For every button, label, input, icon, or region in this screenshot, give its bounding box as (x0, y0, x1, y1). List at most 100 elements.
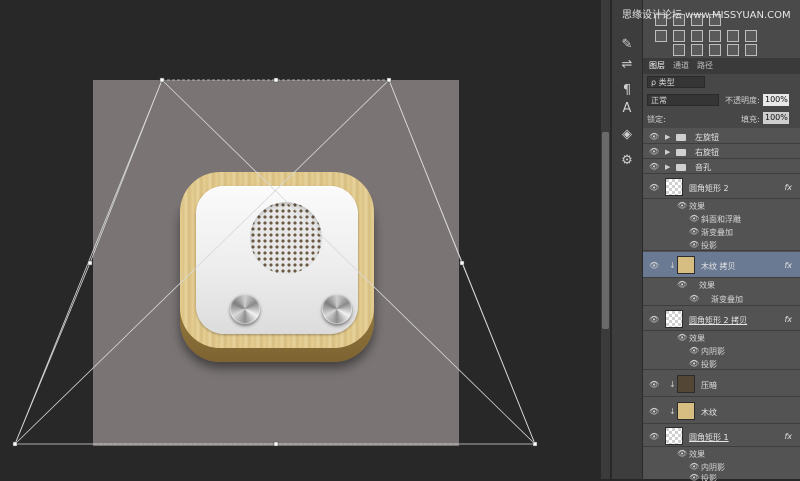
expand-arrow-icon[interactable]: ▶ (665, 163, 670, 171)
effect-row[interactable]: 👁 斜面和浮雕 (643, 213, 800, 225)
eye-icon[interactable]: 👁 (689, 227, 699, 236)
eye-icon[interactable]: 👁 (649, 183, 659, 192)
character-icon[interactable]: A (618, 100, 636, 118)
fill-label: 填充: (741, 115, 760, 124)
eye-icon[interactable]: 👁 (649, 147, 659, 156)
transform-handle[interactable] (532, 441, 538, 447)
eye-icon[interactable]: 👁 (677, 449, 687, 458)
layer-thumbnail (677, 256, 695, 274)
paragraph-icon[interactable]: ¶ (618, 82, 636, 100)
layer-row-rounded-rect-2[interactable]: 👁 圆角矩形 2 fx (643, 175, 800, 199)
effects-icon[interactable]: fx (784, 261, 792, 270)
sliders-icon[interactable]: ⇌ (618, 56, 636, 74)
layer-label: 木纹 拷贝 (701, 262, 736, 271)
transform-handle[interactable] (386, 77, 392, 83)
effect-row[interactable]: 👁 投影 (643, 473, 800, 481)
expand-arrow-icon[interactable]: ▶ (665, 148, 670, 156)
effect-row[interactable]: 👁 内阴影 (643, 345, 800, 357)
layers-controls: ρ 类型 正常 不透明度: 100% 锁定: 填充: 100% (643, 74, 800, 128)
eye-icon[interactable]: 👁 (689, 294, 699, 303)
eye-icon[interactable]: 👁 (677, 333, 687, 342)
3d-cube-icon[interactable]: ◈ (618, 126, 636, 144)
effect-label: 斜面和浮雕 (701, 215, 741, 224)
effect-label: 效果 (699, 281, 715, 290)
effect-label: 渐变叠加 (711, 295, 743, 304)
tab-paths[interactable]: 路径 (697, 60, 713, 71)
eye-icon[interactable]: 👁 (689, 346, 699, 355)
effect-label: 渐变叠加 (701, 228, 733, 237)
layer-row-right-knob-group[interactable]: 👁 ▶ 右旋钮 (643, 145, 800, 159)
posterize-adjust-icon[interactable] (691, 44, 703, 56)
layer-thumbnail (665, 310, 683, 328)
color-balance-icon[interactable] (691, 30, 703, 42)
effect-label: 内阴影 (701, 463, 725, 472)
transform-handle[interactable] (12, 441, 18, 447)
photo-filter-icon[interactable] (727, 30, 739, 42)
effects-icon[interactable]: fx (784, 315, 792, 324)
layer-label: 圆角矩形 1 (689, 433, 729, 442)
effect-row[interactable]: 👁 投影 (643, 239, 800, 251)
layer-label: 音孔 (695, 163, 711, 172)
effect-row[interactable]: 👁 效果 (643, 200, 800, 212)
eye-icon[interactable]: 👁 (649, 162, 659, 171)
eye-icon[interactable]: 👁 (689, 240, 699, 249)
effect-row[interactable]: 👁 渐变叠加 (643, 226, 800, 238)
layer-label: 圆角矩形 2 拷贝 (689, 316, 748, 325)
layer-row-left-knob-group[interactable]: 👁 ▶ 左旋钮 (643, 130, 800, 144)
canvas-area[interactable] (0, 0, 610, 479)
tab-channels[interactable]: 通道 (673, 60, 689, 71)
layer-thumbnail (665, 427, 683, 445)
eye-icon[interactable]: 👁 (677, 280, 687, 289)
layer-row-wood-copy[interactable]: 👁 ↓ 木纹 拷贝 fx (643, 252, 800, 278)
layer-row-speaker-group[interactable]: 👁 ▶ 音孔 (643, 160, 800, 174)
invert-adjust-icon[interactable] (673, 44, 685, 56)
expand-arrow-icon[interactable]: ▶ (665, 133, 670, 141)
eye-icon[interactable]: 👁 (677, 201, 687, 210)
selective-color-icon[interactable] (745, 44, 757, 56)
eye-icon[interactable]: 👁 (649, 261, 659, 270)
layer-row-wood[interactable]: 👁 ↓ 木纹 (643, 398, 800, 424)
layer-row-rounded-rect-2-copy[interactable]: 👁 圆角矩形 2 拷贝 fx (643, 307, 800, 331)
effect-row[interactable]: 👁 渐变叠加 (643, 292, 800, 306)
eye-icon[interactable]: 👁 (649, 432, 659, 441)
eye-icon[interactable]: 👁 (649, 380, 659, 389)
opacity-input[interactable]: 100% (763, 94, 789, 106)
layer-row-rounded-rect-1[interactable]: 👁 圆角矩形 1 fx (643, 425, 800, 447)
site-watermark: 思缘设计论坛 www.MISSYUAN.COM (622, 10, 791, 21)
effect-row[interactable]: 👁 内阴影 (643, 461, 800, 473)
channel-mixer-icon[interactable] (745, 30, 757, 42)
eye-icon[interactable]: 👁 (689, 214, 699, 223)
effect-row[interactable]: 👁 效果 (643, 448, 800, 460)
transform-handle[interactable] (459, 260, 465, 266)
blend-mode-select[interactable]: 正常 (647, 94, 719, 106)
vibrance-adjust-icon[interactable] (655, 30, 667, 42)
eye-icon[interactable]: 👁 (689, 473, 699, 481)
bw-adjust-icon[interactable] (709, 30, 721, 42)
tab-layers[interactable]: 图层 (649, 60, 665, 71)
effect-row[interactable]: 👁 投影 (643, 358, 800, 370)
layer-row-darken[interactable]: 👁 ↓ 压暗 (643, 371, 800, 397)
effect-row[interactable]: 👁 效果 (643, 332, 800, 344)
hue-adjust-icon[interactable] (673, 30, 685, 42)
effect-row[interactable]: 👁 效果 (643, 279, 800, 291)
canvas-scrollbar-thumb[interactable] (602, 132, 609, 329)
effects-icon[interactable]: fx (784, 432, 792, 441)
settings-icon[interactable]: ⚙ (618, 152, 636, 170)
threshold-adjust-icon[interactable] (709, 44, 721, 56)
filter-kind-select[interactable]: ρ 类型 (647, 76, 705, 88)
effect-label: 投影 (701, 241, 717, 250)
eye-icon[interactable]: 👁 (649, 315, 659, 324)
effects-icon[interactable]: fx (784, 183, 792, 192)
transform-handle[interactable] (87, 260, 93, 266)
transform-handle[interactable] (273, 441, 279, 447)
gradient-map-icon[interactable] (727, 44, 739, 56)
transform-wireframe[interactable] (0, 0, 610, 479)
fill-input[interactable]: 100% (763, 112, 789, 124)
eye-icon[interactable]: 👁 (689, 359, 699, 368)
transform-handle[interactable] (159, 77, 165, 83)
eye-icon[interactable]: 👁 (649, 407, 659, 416)
eye-icon[interactable]: 👁 (649, 132, 659, 141)
eye-icon[interactable]: 👁 (689, 462, 699, 471)
transform-handle[interactable] (273, 77, 279, 83)
brush-icon[interactable]: ✎ (618, 36, 636, 54)
